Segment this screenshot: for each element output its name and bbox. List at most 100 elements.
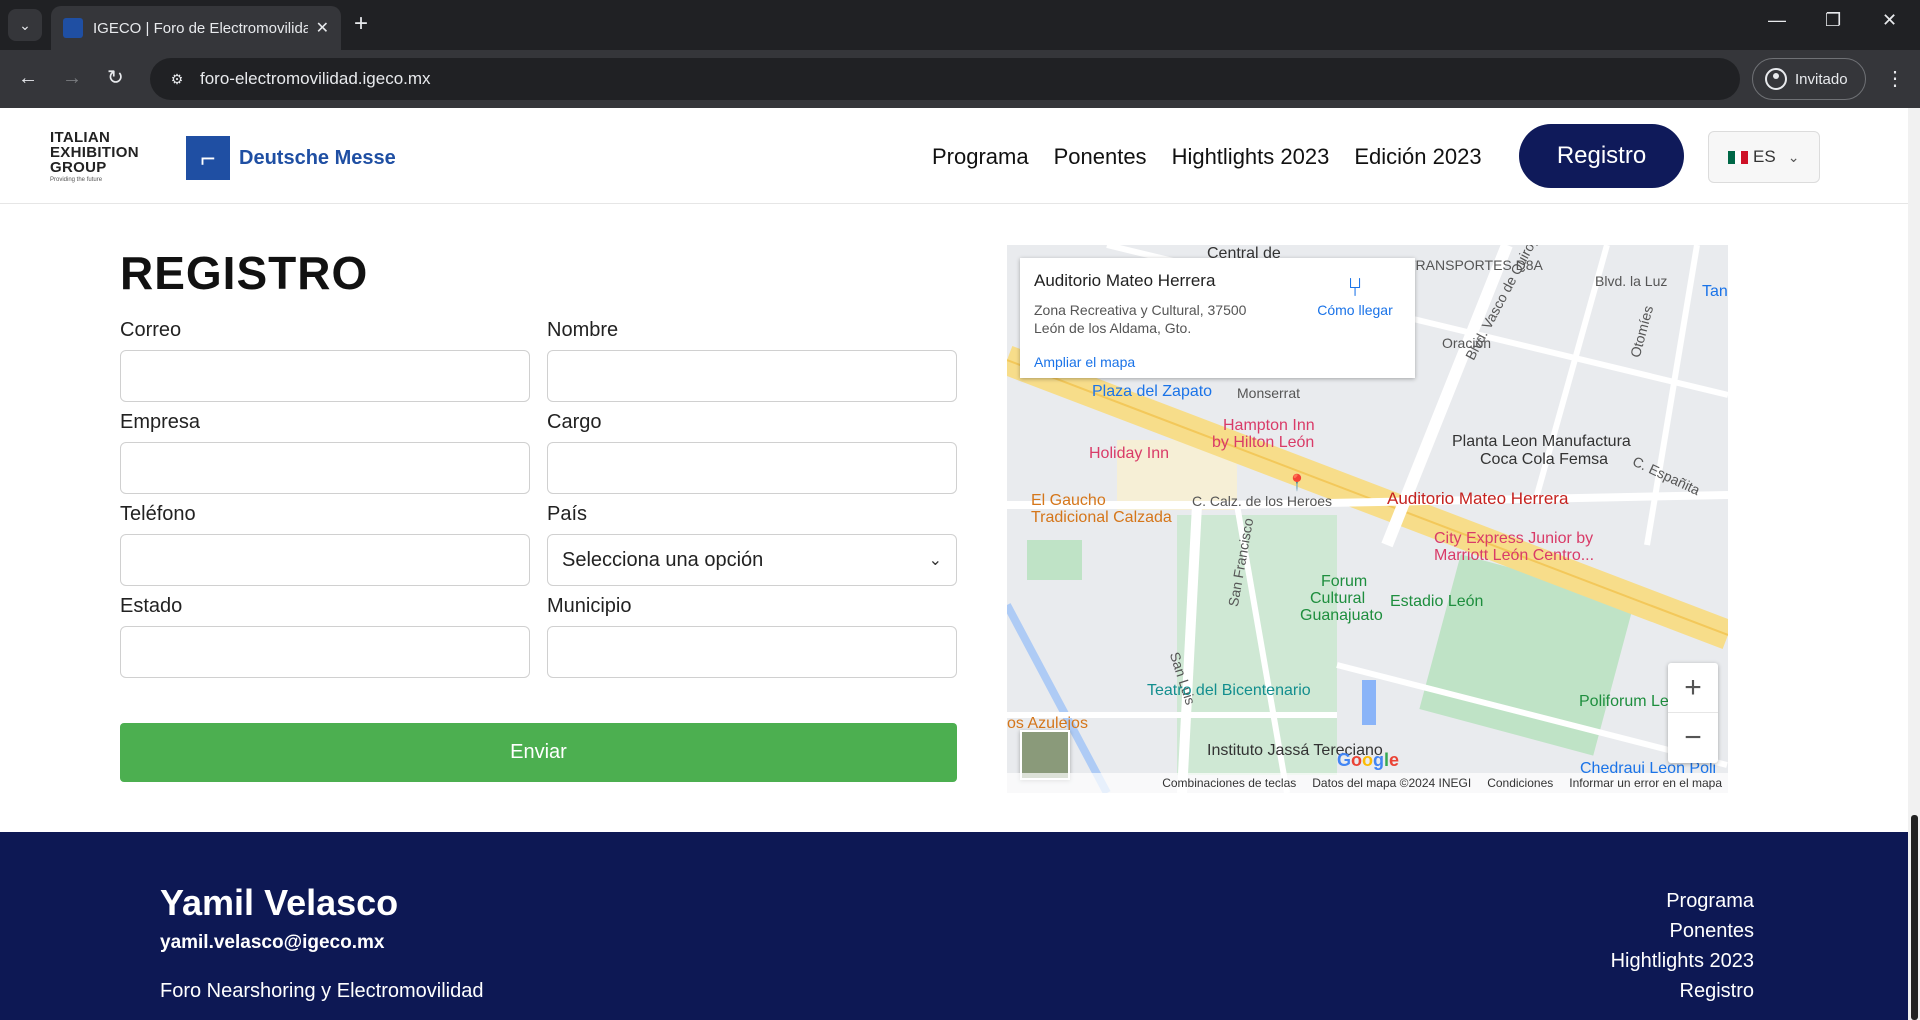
- footer-contact-email[interactable]: yamil.velasco@igeco.mx: [160, 932, 384, 954]
- google-logo: Google: [1337, 750, 1400, 770]
- back-button[interactable]: ←: [18, 66, 38, 90]
- tab-list-button[interactable]: ⌄: [8, 9, 42, 41]
- page-scrollbar-thumb[interactable]: [1911, 815, 1918, 1020]
- browser-menu-icon[interactable]: ⋮: [1885, 66, 1905, 91]
- map-label: Coca Cola Femsa: [1480, 451, 1609, 468]
- nav-programa[interactable]: Programa: [932, 144, 1029, 170]
- directions-button[interactable]: ⑂ Cómo llegar: [1305, 272, 1405, 318]
- site-info-icon[interactable]: ⚙: [164, 66, 190, 92]
- browser-tab[interactable]: IGECO | Foro de Electromovilidad ✕: [51, 6, 341, 50]
- map-label: Tan: [1702, 283, 1728, 300]
- correo-input[interactable]: [120, 350, 530, 402]
- map-label: Auditorio Mateo Herrera: [1387, 489, 1569, 508]
- profile-button[interactable]: Invitado: [1752, 58, 1866, 100]
- nav-highlights-2023[interactable]: Hightlights 2023: [1172, 144, 1330, 170]
- estado-input[interactable]: [120, 626, 530, 678]
- map-label: Forum: [1321, 573, 1368, 590]
- directions-icon: ⑂: [1347, 272, 1363, 302]
- map-report-error-link[interactable]: Informar un error en el mapa: [1569, 776, 1722, 790]
- map-label: Planta Leon Manufactura: [1452, 433, 1631, 450]
- deutsche-messe-text: Deutsche Messe: [239, 146, 396, 169]
- profile-label: Invitado: [1795, 70, 1848, 88]
- cargo-input[interactable]: [547, 442, 957, 494]
- footer-event-name: Foro Nearshoring y Electromovilidad: [160, 980, 484, 1002]
- zoom-out-button[interactable]: −: [1668, 713, 1718, 763]
- footer-nav-registro[interactable]: Registro: [1611, 976, 1754, 1006]
- map-label: Teatro del Bicentenario: [1147, 682, 1311, 699]
- map-pin-icon[interactable]: 📍: [1287, 473, 1307, 493]
- ieg-logo[interactable]: ITALIAN EXHIBITION GROUP Providing the f…: [50, 130, 139, 183]
- forward-button[interactable]: →: [62, 66, 82, 90]
- municipio-input[interactable]: [547, 626, 957, 678]
- footer-nav-highlights-2023[interactable]: Hightlights 2023: [1611, 946, 1754, 976]
- place-card: Auditorio Mateo Herrera Zona Recreativa …: [1020, 258, 1415, 378]
- directions-label: Cómo llegar: [1317, 302, 1393, 318]
- url-text: foro-electromovilidad.igeco.mx: [200, 69, 431, 88]
- pais-select-value: Selecciona una opción: [562, 548, 764, 571]
- map-label: by Hilton León: [1212, 434, 1315, 451]
- form-title: REGISTRO: [120, 247, 369, 299]
- correo-label: Correo: [120, 319, 182, 341]
- main-nav: Programa Ponentes Hightlights 2023 Edici…: [932, 144, 1482, 170]
- map-label: Plaza del Zapato: [1092, 383, 1213, 400]
- browser-toolbar: ← → ↻ ⚙ foro-electromovilidad.igeco.mx I…: [0, 50, 1920, 108]
- map-label: Monserrat: [1237, 385, 1301, 401]
- enlarge-map-link[interactable]: Ampliar el mapa: [1034, 354, 1135, 370]
- estado-label: Estado: [120, 595, 183, 617]
- nav-edicion-2023[interactable]: Edición 2023: [1354, 144, 1481, 170]
- nombre-input[interactable]: [547, 350, 957, 402]
- chevron-down-icon: ⌄: [1787, 148, 1800, 165]
- language-value: ES: [1753, 147, 1776, 166]
- registro-button[interactable]: Registro: [1519, 124, 1684, 188]
- map-keyboard-shortcuts-link[interactable]: Combinaciones de teclas: [1162, 776, 1296, 790]
- enviar-button[interactable]: Enviar: [120, 723, 957, 782]
- map-data-credit: Datos del mapa ©2024 INEGI: [1312, 776, 1472, 790]
- chevron-down-icon: ⌄: [928, 552, 942, 569]
- map-footer: Combinaciones de teclas Datos del mapa ©…: [1007, 773, 1728, 793]
- pais-select[interactable]: Selecciona una opción ⌄: [547, 534, 957, 586]
- close-tab-icon[interactable]: ✕: [316, 18, 329, 38]
- map-label: Tradicional Calzada: [1031, 509, 1172, 526]
- google-map[interactable]: Central de TRANSPORTES D8A Blvd. la Luz …: [1007, 245, 1728, 793]
- nombre-label: Nombre: [547, 319, 619, 341]
- mexico-flag-icon: [1728, 150, 1749, 164]
- map-zoom-control: + −: [1668, 663, 1718, 763]
- language-select[interactable]: ES ⌄: [1708, 131, 1820, 183]
- ieg-logo-line: ITALIAN: [50, 129, 111, 146]
- municipio-label: Municipio: [547, 595, 632, 617]
- map-label: Marriott León Centro...: [1434, 547, 1595, 564]
- nav-ponentes[interactable]: Ponentes: [1054, 144, 1147, 170]
- map-label: Blvd. la Luz: [1595, 273, 1668, 289]
- ieg-logo-line: GROUP: [50, 159, 107, 176]
- map-label: El Gaucho: [1031, 492, 1106, 509]
- map-label: Cultural: [1310, 590, 1366, 607]
- footer-nav-ponentes[interactable]: Ponentes: [1611, 916, 1754, 946]
- favicon-icon: [63, 18, 83, 38]
- site-header: ITALIAN EXHIBITION GROUP Providing the f…: [0, 108, 1908, 204]
- browser-tab-bar: ⌄ IGECO | Foro de Electromovilidad ✕ + —…: [0, 0, 1920, 50]
- restore-button[interactable]: ❐: [1825, 10, 1841, 31]
- pais-label: País: [547, 503, 588, 525]
- map-label: Guanajuato: [1300, 607, 1383, 624]
- ieg-tagline: Providing the future: [50, 177, 103, 183]
- empresa-input[interactable]: [120, 442, 530, 494]
- map-label: City Express Junior by: [1434, 530, 1594, 547]
- place-card-address: Zona Recreativa y Cultural, 37500 León d…: [1034, 302, 1247, 336]
- telefono-input[interactable]: [120, 534, 530, 586]
- close-window-button[interactable]: ✕: [1882, 10, 1897, 31]
- deutsche-messe-logo[interactable]: ⌐ Deutsche Messe: [186, 136, 396, 180]
- map-label: Hampton Inn: [1223, 417, 1315, 434]
- empresa-label: Empresa: [120, 411, 201, 433]
- tab-title: IGECO | Foro de Electromovilidad: [93, 19, 308, 37]
- cargo-label: Cargo: [547, 411, 602, 433]
- map-terms-link[interactable]: Condiciones: [1487, 776, 1553, 790]
- zoom-in-button[interactable]: +: [1668, 663, 1718, 713]
- minimize-button[interactable]: —: [1768, 10, 1786, 31]
- footer-nav: Programa Ponentes Hightlights 2023 Regis…: [1611, 886, 1754, 1006]
- map-label: Estadio León: [1390, 593, 1484, 610]
- reload-button[interactable]: ↻: [107, 66, 124, 90]
- profile-icon: [1765, 68, 1787, 90]
- address-bar[interactable]: ⚙ foro-electromovilidad.igeco.mx: [150, 58, 1740, 100]
- footer-nav-programa[interactable]: Programa: [1611, 886, 1754, 916]
- new-tab-button[interactable]: +: [354, 12, 368, 36]
